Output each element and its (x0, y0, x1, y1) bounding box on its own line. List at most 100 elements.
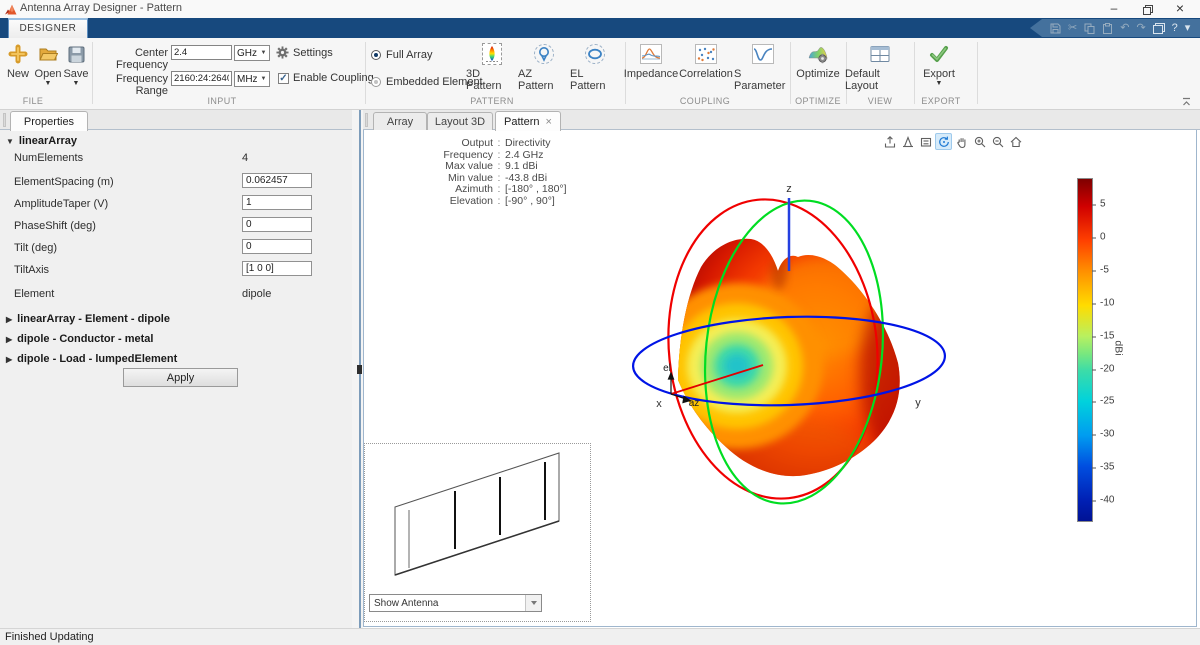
undo-icon[interactable]: ↶ (1120, 23, 1129, 34)
section-collapsed-icon: ▶ (6, 315, 12, 324)
restore-view-icon[interactable] (1007, 133, 1024, 150)
linear-array-section-header[interactable]: ▼ linearArray (6, 135, 77, 147)
load-lumped-section-label: dipole - Load - lumpedElement (17, 353, 177, 365)
titlebar: Antenna Array Designer - Pattern – × (0, 0, 1200, 18)
properties-tab-label: Properties (24, 116, 74, 128)
settings-button[interactable]: Settings (276, 46, 333, 59)
pattern-info-row: Azimuth:[-180° , 180°] (409, 184, 567, 196)
zoom-in-icon[interactable] (971, 133, 988, 150)
optimize-icon (807, 42, 829, 66)
input-group-label: INPUT (208, 96, 237, 106)
s-parameter-button[interactable]: S Parameter (734, 42, 792, 92)
rotate-3d-icon[interactable] (935, 133, 952, 150)
impedance-button[interactable]: Impedance (623, 42, 679, 80)
new-button[interactable]: New (4, 42, 32, 80)
splitter-handle[interactable] (357, 365, 362, 374)
window-layout-icon[interactable] (1153, 23, 1165, 34)
full-array-radio[interactable]: Full Array (371, 49, 432, 61)
frequency-range-unit-value: MHz (235, 74, 258, 85)
export-group-label: EXPORT (921, 96, 960, 106)
y-axis-label: y (915, 397, 921, 409)
frequency-range-unit-select[interactable]: MHz ▼ (234, 71, 270, 87)
conductor-metal-section-header[interactable]: ▶ dipole - Conductor - metal (6, 333, 153, 345)
cut-icon[interactable]: ✂ (1068, 23, 1077, 34)
enable-coupling-checkbox[interactable]: ✓ Enable Coupling (278, 72, 374, 84)
open-dropdown-caret[interactable]: ▼ (45, 81, 52, 87)
export-dropdown-caret[interactable]: ▼ (936, 81, 943, 87)
axes-toolbar (881, 133, 1024, 150)
pattern-tab-label: Pattern (504, 116, 539, 128)
element-spacing-input[interactable] (242, 173, 312, 188)
tab-designer[interactable]: DESIGNER (8, 18, 88, 38)
phase-shift-input[interactable] (242, 217, 312, 232)
restore-button[interactable] (1132, 0, 1164, 18)
section-expanded-icon: ▼ (6, 137, 14, 146)
pan-icon[interactable] (953, 133, 970, 150)
tab-pattern[interactable]: Pattern × (495, 111, 561, 131)
save-button[interactable]: Save ▼ (61, 42, 91, 87)
tab-layout-3d[interactable]: Layout 3D (427, 112, 493, 130)
show-antenna-value: Show Antenna (370, 598, 525, 609)
correlation-button[interactable]: Correlation (678, 42, 734, 80)
array-tab-label: Array (387, 116, 413, 128)
close-button[interactable]: × (1164, 0, 1196, 18)
section-collapsed-icon: ▶ (6, 335, 12, 344)
x-axis-label: x (656, 398, 662, 410)
copy-icon[interactable] (1084, 23, 1095, 34)
tab-array[interactable]: Array (373, 112, 427, 130)
save-dropdown-caret[interactable]: ▼ (73, 81, 80, 87)
chevron-down-icon[interactable] (525, 595, 541, 611)
save-label: Save (63, 68, 88, 80)
center-frequency-input[interactable] (171, 45, 232, 60)
radio-unselected-icon (371, 77, 381, 87)
load-lumped-section-header[interactable]: ▶ dipole - Load - lumpedElement (6, 353, 177, 365)
zoom-out-icon[interactable] (989, 133, 1006, 150)
paste-icon[interactable] (1102, 23, 1113, 34)
datatip-icon[interactable] (899, 133, 916, 150)
tilt-axis-input[interactable] (242, 261, 312, 276)
amplitude-taper-input[interactable] (242, 195, 312, 210)
radiation-pattern-3d-plot[interactable]: z x y el az (601, 168, 991, 540)
frequency-range-input[interactable] (171, 71, 232, 86)
show-antenna-select[interactable]: Show Antenna (369, 594, 542, 612)
colorbar-tick: -10 (1100, 298, 1114, 309)
element-dipole-section-header[interactable]: ▶ linearArray - Element - dipole (6, 313, 170, 325)
save-icon[interactable] (1050, 23, 1061, 34)
export-button[interactable]: Export ▼ (915, 42, 963, 87)
pattern-3d-button[interactable]: 3D Pattern (466, 42, 518, 92)
tilt-input[interactable] (242, 239, 312, 254)
legend-icon[interactable] (917, 133, 934, 150)
pattern-info-row: Elevation:[-90° , 90°] (409, 196, 567, 208)
colorbar-tick: 0 (1100, 232, 1106, 243)
apply-button[interactable]: Apply (123, 368, 238, 387)
minimize-button[interactable]: – (1098, 0, 1130, 18)
az-pattern-button[interactable]: AZ Pattern (518, 42, 570, 92)
help-icon[interactable]: ? (1172, 23, 1178, 34)
el-label: el (663, 363, 671, 374)
enable-coupling-label: Enable Coupling (293, 72, 374, 84)
colorbar-tick: -20 (1100, 364, 1114, 375)
radio-selected-icon (371, 50, 381, 60)
export-check-icon (929, 42, 949, 66)
pattern-3d-label: 3D Pattern (466, 68, 518, 92)
export-icon[interactable] (881, 133, 898, 150)
center-frequency-unit-value: GHz (235, 48, 258, 59)
optimize-button[interactable]: Optimize (791, 42, 845, 80)
center-frequency-unit-select[interactable]: GHz ▼ (234, 45, 270, 61)
open-button[interactable]: Open ▼ (33, 42, 63, 87)
pattern-info-row: Max value:9.1 dBi (409, 161, 567, 173)
colorbar-tick: -40 (1100, 495, 1114, 506)
panel-splitter[interactable] (352, 110, 363, 628)
el-pattern-button[interactable]: EL Pattern (570, 42, 620, 92)
close-tab-icon[interactable]: × (546, 117, 552, 127)
redo-icon[interactable]: ↷ (1136, 23, 1145, 34)
tab-properties[interactable]: Properties (10, 111, 88, 131)
frequency-range-label: Frequency Range (94, 73, 168, 97)
default-layout-button[interactable]: Default Layout (845, 42, 915, 92)
info-label: Max value (409, 161, 493, 173)
info-separator: : (493, 138, 505, 150)
quick-access-toolbar: ✂ ↶ ↷ ? ▾ (1030, 19, 1200, 37)
center-frequency-label: Center Frequency (94, 47, 168, 71)
toolbar-options-icon[interactable]: ▾ (1185, 23, 1191, 34)
az-label: az (689, 398, 700, 409)
